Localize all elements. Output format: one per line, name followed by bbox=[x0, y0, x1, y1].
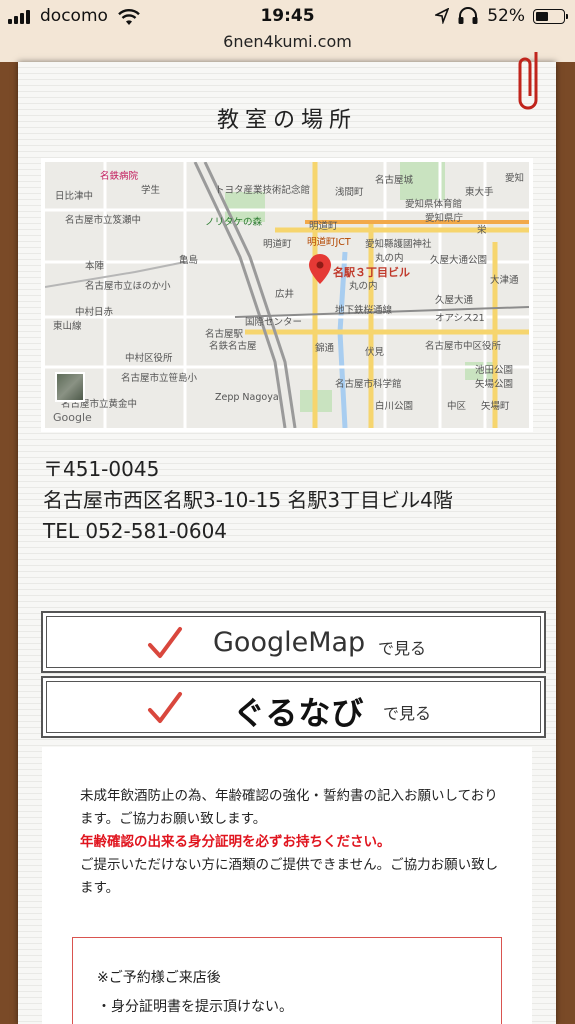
notice-line: ご提示いただけない方に酒類のご提供できません。ご協力お願い致します。 bbox=[80, 857, 499, 896]
headphones-icon bbox=[458, 7, 478, 24]
notice-text: 未成年飲酒防止の為、年齢確認の強化・誓約書の記入お願いしております。ご協力お願い… bbox=[80, 785, 500, 900]
map-label: 国際センター bbox=[245, 317, 303, 328]
battery-icon bbox=[533, 8, 568, 24]
map-label: 久屋大通公園 bbox=[430, 255, 488, 266]
map-label: 東山線 bbox=[53, 321, 82, 332]
check-icon bbox=[148, 627, 182, 658]
map-label: 名古屋城 bbox=[375, 175, 414, 186]
map-label: 名古屋市立笈瀬中 bbox=[65, 215, 142, 226]
map-label: 愛知県庁 bbox=[425, 213, 464, 224]
street-address: 名古屋市西区名駅3-10-15 名駅3丁目ビル4階 bbox=[43, 488, 453, 512]
notice-line: 未成年飲酒防止の為、年齢確認の強化・誓約書の記入お願いしております。ご協力お願い… bbox=[80, 788, 498, 827]
map-label: 大津通 bbox=[490, 275, 519, 286]
map-label: 中区 bbox=[447, 401, 467, 412]
map-label: 日比津中 bbox=[55, 191, 94, 202]
map-label: 錦通 bbox=[315, 343, 335, 354]
map-label: ノリタケの森 bbox=[205, 217, 263, 228]
map-label: 名古屋市立笹島小 bbox=[121, 373, 198, 384]
check-icon bbox=[148, 692, 182, 723]
map-label: 中村日赤 bbox=[75, 307, 114, 318]
url-bar[interactable]: 6nen4kumi.com bbox=[0, 32, 575, 51]
map-label: 愛知 bbox=[505, 173, 525, 184]
map-label: Zepp Nagoya bbox=[215, 392, 279, 403]
map-label: 広井 bbox=[275, 289, 295, 300]
map-label: 明道町 bbox=[263, 239, 292, 250]
map-label: 伏見 bbox=[365, 347, 385, 358]
location-arrow-icon bbox=[435, 8, 450, 24]
gurunavi-logo: ぐるなび bbox=[233, 694, 365, 732]
notice-box-line: ※ご予約様ご来店後 bbox=[97, 970, 221, 986]
map-label: オアシス21 bbox=[435, 313, 485, 324]
map-label: 明道町JCT bbox=[307, 237, 351, 248]
access-map[interactable]: 名鉄病院 学生 トヨタ産業技術記念館 浅間町 名古屋城 東大手 日比津中 名古屋… bbox=[41, 158, 533, 432]
map-label: 愛知縣護國神社 bbox=[365, 239, 432, 250]
postal-code: 〒451-0045 bbox=[43, 457, 160, 481]
map-label: 本陣 bbox=[85, 261, 105, 272]
satellite-toggle[interactable] bbox=[55, 372, 85, 402]
notice-warning: 年齢確認の出来る身分証明を必ずお持ちください。 bbox=[80, 834, 391, 850]
map-label: 浅間町 bbox=[335, 187, 364, 198]
notice-box: ※ご予約様ご来店後 ・身分証明書を提示頂けない。 bbox=[72, 937, 502, 1024]
map-label: 名古屋市科学館 bbox=[335, 379, 402, 390]
map-label: 丸の内 bbox=[349, 281, 378, 292]
map-label: 地下鉄桜通線 bbox=[335, 305, 393, 316]
map-label: 名古屋市中区役所 bbox=[425, 341, 502, 352]
battery-percent: 52% bbox=[487, 6, 525, 26]
map-label: 池田公園 bbox=[475, 365, 514, 376]
map-label: 東大手 bbox=[465, 187, 494, 198]
google-logo: Google bbox=[53, 411, 92, 424]
map-label: 名鉄名古屋 bbox=[209, 341, 257, 352]
map-label: 名鉄病院 bbox=[100, 171, 139, 182]
googlemap-sub-label: で見る bbox=[378, 639, 427, 658]
map-label: 学生 bbox=[141, 185, 161, 196]
map-label: 白川公園 bbox=[375, 401, 414, 412]
map-label: 久屋大通 bbox=[435, 295, 474, 306]
map-label: 矢場町 bbox=[481, 401, 510, 412]
paper-card: 教室の場所 名鉄病院 学生 トヨタ産業技術記念館 浅間町 名古屋城 東大手 日比… bbox=[18, 52, 556, 1024]
phone-number[interactable]: TEL 052-581-0604 bbox=[43, 516, 453, 547]
gurunavi-button[interactable]: ぐるなび で見る bbox=[41, 676, 546, 738]
map-label: 明道町 bbox=[309, 221, 338, 232]
status-bar: docomo 19:45 52% 6nen4kumi.com bbox=[0, 0, 575, 62]
googlemap-button[interactable]: GoogleMap で見る bbox=[41, 611, 546, 673]
address-block: 〒451-0045 名古屋市西区名駅3-10-15 名駅3丁目ビル4階 TEL … bbox=[43, 454, 453, 547]
map-label: 矢場公園 bbox=[475, 379, 514, 390]
map-label: 亀島 bbox=[179, 255, 199, 266]
gurunavi-sub-label: で見る bbox=[383, 704, 432, 723]
map-label: 中村区役所 bbox=[125, 353, 173, 364]
map-label: トヨタ産業技術記念館 bbox=[215, 185, 311, 196]
map-label: 愛知県体育館 bbox=[405, 199, 463, 210]
map-label: 丸の内 bbox=[375, 253, 404, 264]
notice-box-line: ・身分証明書を提示頂けない。 bbox=[97, 999, 293, 1015]
section-title: 教室の場所 bbox=[216, 108, 357, 133]
map-label: 名古屋市立ほのか小 bbox=[85, 281, 171, 292]
map-label: 栄 bbox=[477, 225, 487, 236]
googlemap-label: GoogleMap bbox=[213, 627, 366, 658]
notice-panel: 未成年飲酒防止の為、年齢確認の強化・誓約書の記入お願いしております。ご協力お願い… bbox=[42, 747, 532, 1024]
